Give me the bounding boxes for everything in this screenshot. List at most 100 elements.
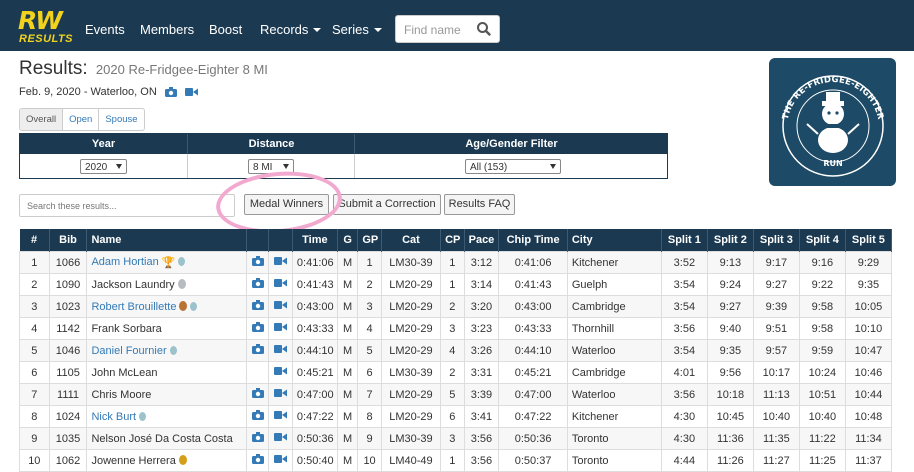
cell-pace: 3:31 (463, 361, 500, 384)
table-row[interactable]: 9 1035 Nelson José Da Costa Costa 0:50:36 M 9… (19, 427, 893, 450)
cell-split-3: 9:17 (752, 251, 800, 274)
cell-video (268, 317, 293, 340)
search-icon[interactable] (475, 20, 493, 38)
rw-results-logo[interactable]: RW RESULTS (18, 6, 74, 46)
year-select[interactable]: 2020 (80, 159, 127, 174)
camera-icon[interactable] (251, 278, 264, 291)
cell-bib: 1090 (48, 273, 88, 296)
video-icon[interactable] (274, 301, 288, 313)
cell-gender: M (336, 427, 359, 450)
video-icon[interactable] (274, 455, 288, 467)
results-search-input[interactable] (20, 195, 234, 216)
runner-name: John McLean (91, 366, 158, 379)
cell-split-4: 11:22 (798, 427, 846, 450)
runner-name[interactable]: Robert Brouillette (91, 301, 176, 313)
runner-name: Jackson Laundry (91, 278, 175, 291)
cell-split-1: 4:01 (660, 361, 708, 384)
year-cell: 2020 (20, 154, 187, 178)
camera-icon[interactable] (251, 300, 264, 313)
video-icon[interactable] (274, 279, 288, 291)
col-gender-place-header[interactable]: GP (357, 229, 382, 252)
camera-icon[interactable] (251, 432, 264, 445)
camera-icon[interactable] (251, 454, 264, 467)
col-bib-header[interactable]: Bib (49, 229, 88, 252)
camera-icon[interactable] (251, 410, 264, 423)
runner-name[interactable]: Nick Burt (91, 411, 136, 423)
table-row[interactable]: 1 1066 Adam Hortian 🏆 0:41:06 M 1 LM30-39 1 3:12 0… (19, 251, 893, 274)
camera-icon[interactable] (251, 344, 264, 357)
camera-icon[interactable] (251, 322, 264, 335)
tab-open[interactable]: Open (62, 109, 98, 130)
video-icon[interactable] (274, 345, 288, 357)
nav-members[interactable]: Members (140, 22, 194, 37)
cell-split-1: 4:30 (660, 405, 708, 428)
cell-split-5: 10:48 (844, 405, 893, 428)
table-row[interactable]: 7 1111 Chris Moore 0:47:00 M 7 LM20-29 5 3:39 0:4… (19, 383, 893, 406)
nav-series[interactable]: Series (332, 22, 382, 37)
bronze-medal-icon (179, 300, 188, 311)
camera-icon[interactable] (251, 256, 264, 269)
runner-name[interactable]: Adam Hortian (91, 256, 158, 268)
col-gender-header[interactable]: G (337, 229, 359, 252)
table-row[interactable]: 2 1090 Jackson Laundry 0:41:43 M 2 LM20-29 1 3:1… (19, 273, 893, 296)
cell-photo (245, 317, 270, 340)
camera-icon[interactable] (251, 388, 264, 401)
cell-bib: 1046 (48, 339, 88, 362)
video-icon[interactable] (274, 389, 288, 401)
tab-overall[interactable]: Overall (20, 109, 63, 130)
camera-icon[interactable] (164, 87, 177, 97)
video-icon[interactable] (274, 367, 288, 379)
results-search-box (19, 194, 235, 217)
table-row[interactable]: 8 1024 Nick Burt 0:47:22 M 8 LM20-29 6 3:41 0:47:… (19, 405, 893, 428)
cell-name: Adam Hortian 🏆 (86, 251, 247, 274)
table-row[interactable]: 10 1062 Jowenne Herrera 0:50:40 M 10 LM40-49 1 3… (19, 449, 893, 472)
cell-city: Toronto (566, 427, 662, 450)
tab-spouse[interactable]: Spouse (98, 109, 143, 130)
cell-name: Nelson José Da Costa Costa (86, 427, 247, 450)
cell-chip-time: 0:45:21 (498, 361, 568, 384)
chevron-down-icon (116, 164, 122, 169)
silver-medal-icon (177, 278, 186, 289)
cell-chip-time: 0:43:00 (498, 295, 568, 318)
col-name-header[interactable]: Name (86, 229, 247, 252)
name-search-input[interactable] (396, 16, 484, 44)
cell-category: LM30-39 (380, 427, 442, 450)
nav-records[interactable]: Records (260, 22, 322, 37)
col-city-header[interactable]: City (567, 229, 662, 252)
logo-results: RESULTS (19, 33, 74, 45)
nav-events[interactable]: Events (85, 22, 125, 37)
cell-chip-time: 0:50:36 (498, 427, 568, 450)
submit-correction-button[interactable]: Submit a Correction (333, 194, 441, 215)
video-icon[interactable] (274, 323, 288, 335)
runner-name: Nelson José Da Costa Costa (91, 432, 233, 445)
table-row[interactable]: 5 1046 Daniel Fournier 0:44:10 M 5 LM20-29 4 3:2… (19, 339, 893, 362)
col-category-header[interactable]: Cat (381, 229, 442, 252)
video-icon[interactable] (274, 411, 288, 423)
video-icon[interactable] (274, 257, 288, 269)
col-split-4-header[interactable]: Split 4 (799, 229, 846, 252)
col-time-header[interactable]: Time (292, 229, 338, 252)
col-category-place-header[interactable]: CP (440, 229, 465, 252)
age-gender-select[interactable]: All (153) (465, 159, 561, 174)
table-row[interactable]: 4 1142 Frank Sorbara 0:43:33 M 4 LM20-29 3 3:23 0… (19, 317, 893, 340)
cell-split-5: 10:10 (844, 317, 893, 340)
nav-boost[interactable]: Boost (209, 22, 242, 37)
col-pace-header[interactable]: Pace (464, 229, 500, 252)
col-split-5-header[interactable]: Split 5 (845, 229, 893, 252)
results-faq-button[interactable]: Results FAQ (444, 194, 515, 215)
col-split-2-header[interactable]: Split 2 (707, 229, 754, 252)
results-body: 1 1066 Adam Hortian 🏆 0:41:06 M 1 LM30-39 1 3:12 0… (19, 251, 893, 472)
col-split-1-header[interactable]: Split 1 (661, 229, 708, 252)
cell-split-5: 9:35 (844, 273, 893, 296)
runner-name[interactable]: Daniel Fournier (91, 345, 166, 357)
col-split-3-header[interactable]: Split 3 (753, 229, 800, 252)
cell-gender: M (336, 339, 359, 362)
table-row[interactable]: 6 1105 John McLean 0:45:21 M 6 LM30-39 2 3:31 0:4… (19, 361, 893, 384)
col-chip-time-header[interactable]: Chip Time (498, 229, 568, 252)
video-icon[interactable] (274, 433, 288, 445)
table-row[interactable]: 3 1023 Robert Brouillette 0:43:00 M 3 LM20-29 2… (19, 295, 893, 318)
col-pos-header[interactable]: # (19, 229, 50, 252)
video-icon[interactable] (184, 87, 198, 97)
cell-gender-place: 10 (357, 449, 382, 472)
cell-split-3: 10:40 (752, 405, 800, 428)
